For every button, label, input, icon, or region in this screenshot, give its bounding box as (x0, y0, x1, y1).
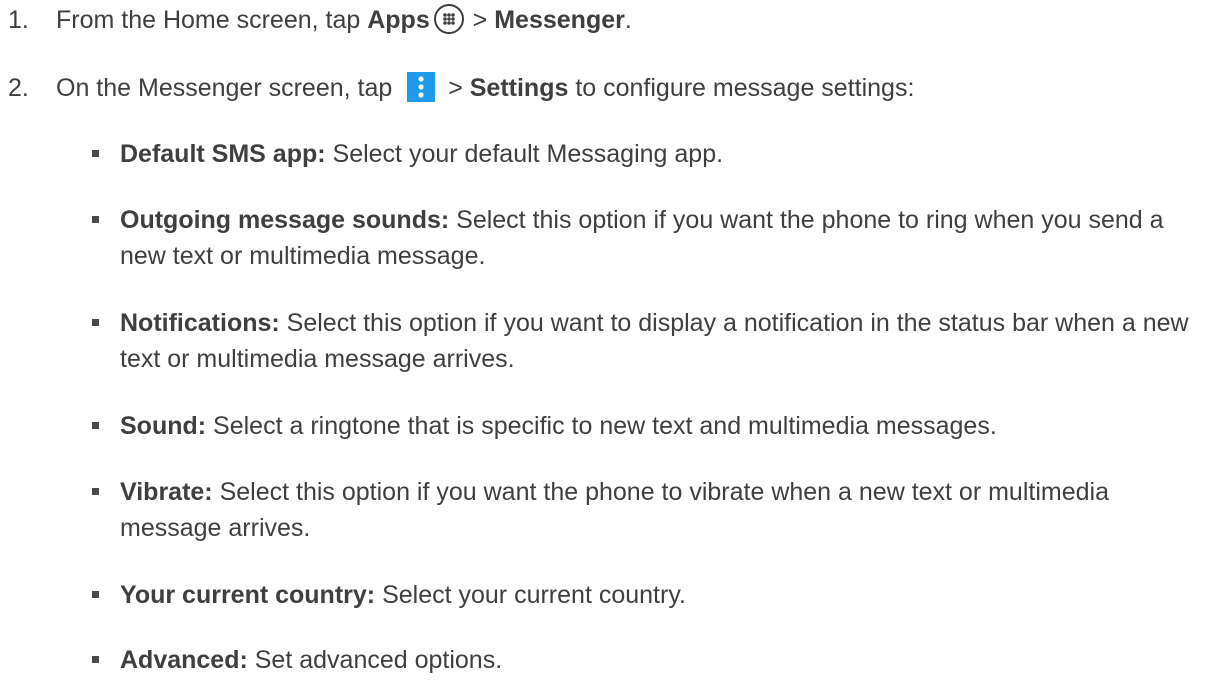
setting-term: Notifications: (120, 309, 280, 337)
list-item: Your current country: Select your curren… (88, 577, 1198, 613)
apps-grid-icon (433, 4, 464, 34)
bullet-icon (92, 216, 99, 223)
step-text-post: to configure message settings: (568, 74, 915, 102)
list-item: Default SMS app: Select your default Mes… (88, 136, 1198, 172)
setting-desc: Select your default Messaging app. (325, 140, 724, 168)
list-item: Notifications: Select this option if you… (88, 305, 1198, 377)
step-1: 1. From the Home screen, tap Apps > Messe… (8, 2, 632, 38)
setting-term: Your current country: (120, 581, 376, 609)
bullet-icon (92, 656, 99, 663)
apps-label: Apps (367, 6, 430, 34)
step-number: 2. (8, 74, 29, 102)
list-item: Sound: Select a ringtone that is specifi… (88, 408, 1198, 444)
list-item: Advanced: Set advanced options. (88, 642, 1198, 678)
setting-desc: Set advanced options. (247, 646, 503, 674)
list-item: Outgoing message sounds: Select this opt… (88, 202, 1198, 274)
step-text: From the Home screen, tap (56, 6, 368, 34)
setting-desc: Select your current country. (375, 581, 686, 609)
list-item: Vibrate: Select this option if you want … (88, 474, 1198, 546)
step-end: . (624, 6, 632, 34)
step-2: 2. On the Messenger screen, tap > Setting… (8, 70, 914, 106)
setting-term: Vibrate: (120, 478, 213, 506)
bullet-icon (92, 319, 99, 326)
setting-term: Sound: (120, 412, 207, 440)
setting-term: Outgoing message sounds: (120, 206, 450, 234)
separator: > (465, 6, 495, 34)
setting-desc: Select this option if you want the phone… (120, 478, 1109, 542)
bullet-icon (92, 150, 99, 157)
separator: > (441, 74, 470, 102)
setting-desc: Select a ringtone that is specific to ne… (206, 412, 997, 440)
step-number: 1. (8, 6, 29, 34)
overflow-menu-icon (407, 72, 436, 102)
bullet-icon (92, 488, 99, 495)
settings-label: Settings (469, 74, 569, 102)
messenger-label: Messenger (494, 6, 625, 34)
step-text: On the Messenger screen, tap (56, 74, 400, 102)
setting-desc: Select this option if you want to displa… (120, 309, 1189, 373)
setting-term: Advanced: (120, 646, 248, 674)
setting-term: Default SMS app: (120, 140, 326, 168)
bullet-icon (92, 422, 99, 429)
bullet-icon (92, 591, 99, 598)
